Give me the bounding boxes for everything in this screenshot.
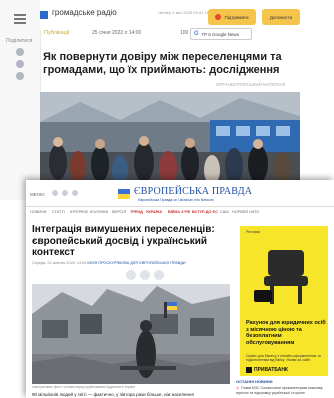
ruined-building-illustration — [32, 284, 230, 384]
byline-author[interactable]: ЮЛІЯ ПРОСКУРЯКОВА ДЛЯ ЄВРОПЕЙСЬКОЇ ПРАВД… — [87, 261, 185, 265]
hromadske-page: Поділитися громадське радіо Четвер 2 кві… — [0, 0, 334, 200]
nav-item[interactable]: ІНТЕРВ'Ю — [70, 210, 88, 214]
sponsored-label: ОРГАНІЗАТОРСЬКИЙ МАТЕРІАЛ — [216, 82, 286, 87]
telegram-share-icon[interactable] — [154, 270, 164, 280]
nav-item[interactable]: ВЕРСІЯ — [112, 210, 126, 214]
site-logo[interactable]: громадське радіо — [52, 9, 117, 17]
ruined-building-photo — [32, 284, 230, 384]
article-meta-bar: Публікації 25 січня 2022 о 14:00 100 — [40, 29, 300, 38]
twitter-share-icon[interactable] — [140, 270, 150, 280]
date-meta: Четвер 2 квіт 2025 03:41 15 — [158, 10, 209, 15]
logo-mark[interactable] — [40, 11, 48, 19]
nav-item[interactable]: ТРЕНД — [130, 210, 143, 214]
facebook-icon[interactable] — [16, 48, 24, 56]
support-button[interactable]: Підтримати — [208, 9, 256, 25]
news-time: ◷ — [236, 386, 240, 390]
ad-brand: ПРИВАТБАНК — [254, 367, 288, 373]
ad-banner[interactable]: Реклама Рахунок для юридичних осіб з міс… — [240, 226, 328, 376]
nav-item[interactable]: КОЛОНКИ — [90, 210, 108, 214]
donate-button[interactable]: Допомогти — [262, 9, 300, 25]
google-news-button[interactable]: G ГР в Google News — [190, 28, 252, 40]
search-icon[interactable] — [72, 190, 78, 196]
pravda-header: МЕНЮ ЄВРОПЕЙСЬКА ПРАВДА Європейська Прав… — [26, 180, 334, 207]
publish-date: 25 січня 2022 о 14:00 — [92, 30, 142, 36]
pravda-logo-sub: Європейська Правда on Ukrainian Info Net… — [138, 198, 214, 202]
main-nav: НОВИНИ СТАТТІ ІНТЕРВ'Ю КОЛОНКИ ВЕРСІЯ ТР… — [26, 207, 334, 217]
photo-caption: Ілюстративне фото: чоловік перед зруйнов… — [32, 385, 135, 389]
views-count: 100 — [180, 30, 189, 36]
nav-item[interactable]: ВСТУП ДО ЄС — [192, 210, 218, 214]
twitter-icon[interactable] — [16, 60, 24, 68]
facebook-share-icon[interactable] — [126, 270, 136, 280]
twitter-icon[interactable] — [62, 190, 68, 196]
article-title: Як повернути довіру між переселенцями та… — [43, 51, 282, 76]
ad-note: Сервіс для бізнесу з онлайн-оформленням … — [246, 354, 321, 363]
hamburger-icon[interactable] — [14, 14, 26, 16]
left-rail: Поділитися — [0, 0, 41, 200]
article-lead: 90 мільйонів людей у світі — фактично, у… — [32, 392, 194, 397]
ad-headline: Рахунок для юридичних осіб з місячною ці… — [246, 320, 326, 346]
latest-news-item[interactable]: ◷ Глава МЗС Словаччини прокоментував можл… — [236, 386, 332, 395]
section-link[interactable]: Публікації — [44, 30, 70, 36]
nav-item[interactable]: УКРАЇНА — [146, 210, 162, 214]
chair-illustration — [254, 250, 308, 304]
menu-button[interactable]: МЕНЮ — [30, 192, 45, 197]
latest-news-heading: ОСТАННІ НОВИНИ — [236, 379, 273, 384]
telegram-icon[interactable] — [16, 72, 24, 80]
bank-logo-icon — [246, 367, 252, 373]
share-label: Поділитися — [6, 38, 33, 44]
nav-item[interactable]: СТАТТІ — [52, 210, 65, 214]
logo-flag-icon — [118, 189, 130, 199]
article-title: Інтеграція вимушених переселенців: європ… — [32, 224, 215, 258]
play-icon — [215, 14, 222, 20]
pravda-logo[interactable]: ЄВРОПЕЙСЬКА ПРАВДА — [134, 186, 252, 197]
pravda-page: МЕНЮ ЄВРОПЕЙСЬКА ПРАВДА Європейська Прав… — [26, 180, 334, 398]
facebook-icon[interactable] — [52, 190, 58, 196]
nav-item[interactable]: США — [220, 210, 229, 214]
byline-date: Середа, 22 жовтня 2025, 13:00 — [32, 261, 87, 265]
nav-item[interactable]: НОВИНИ — [30, 210, 46, 214]
nav-item[interactable]: ВІЙНА З РФ — [168, 210, 190, 214]
byline: Середа, 22 жовтня 2025, 13:00 ЮЛІЯ ПРОСК… — [32, 261, 186, 265]
google-icon: G — [194, 31, 199, 37]
nav-item[interactable]: НОРВЕЙ НАТО — [232, 210, 259, 214]
